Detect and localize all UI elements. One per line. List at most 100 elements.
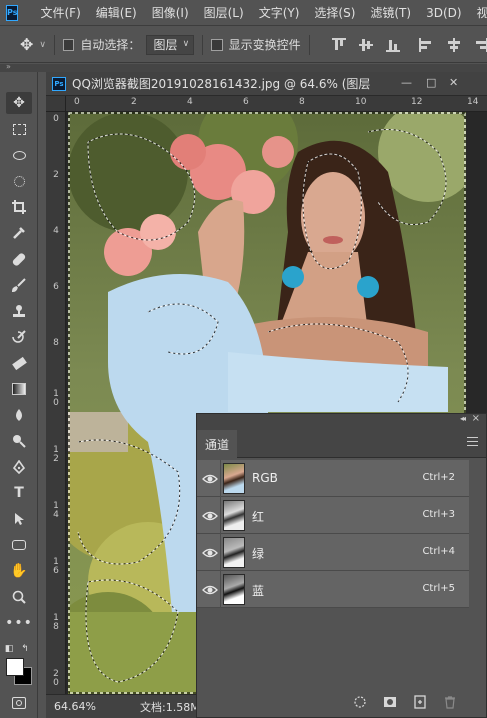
save-selection-as-channel-icon[interactable] [383,695,397,709]
menu-type[interactable]: 文字(Y) [259,4,300,21]
ruler-origin[interactable] [46,96,66,112]
ruler-label: 6 [243,97,249,107]
channel-shortcut: Ctrl+4 [422,546,455,557]
default-colors-icon[interactable]: ◧ [2,638,16,660]
ruler-label: 1 2 [53,445,59,464]
brush-tool-icon[interactable] [6,274,32,296]
move-tool-icon[interactable]: ✥ [20,35,33,54]
menu-file[interactable]: 文件(F) [40,4,80,21]
visibility-eye-icon[interactable] [202,545,218,561]
menu-filter[interactable]: 滤镜(T) [370,4,411,21]
channel-thumbnail-rgb [223,463,245,494]
ruler-label: 1 6 [53,557,59,576]
minimize-button[interactable]: — [401,76,412,89]
swap-colors-icon[interactable]: ↰ [18,638,32,660]
channel-thumbnail-green [223,537,245,568]
rectangle-tool-icon[interactable] [6,534,32,556]
maximize-button[interactable]: □ [426,76,436,89]
align-left-icon[interactable] [419,37,432,52]
auto-select-dropdown[interactable]: 图层 ∨ [146,34,195,55]
ruler-label: 4 [53,226,59,236]
divider [220,460,221,497]
lasso-tool-icon[interactable] [6,144,32,166]
ruler-label: 0 [53,114,59,124]
photoshop-window: Ps 文件(F) 编辑(E) 图像(I) 图层(L) 文字(Y) 选择(S) 滤… [0,0,487,718]
ruler-label: 1 0 [53,389,59,408]
align-bottom-icon[interactable] [386,38,401,52]
auto-select-label: 自动选择： [80,38,141,52]
auto-select-checkbox[interactable] [62,38,75,51]
channel-row-red[interactable]: 红 Ctrl+3 [197,497,469,534]
expand-toolbar-icon[interactable]: » [6,62,11,71]
delete-channel-icon[interactable] [443,695,457,709]
document-info[interactable]: 文档:1.58M [140,699,200,715]
pen-tool-icon[interactable] [6,456,32,478]
channel-name: 红 [252,510,265,524]
menu-edit[interactable]: 编辑(E) [96,4,137,21]
tool-preset-chevron-icon[interactable]: ∨ [39,40,46,50]
visibility-eye-icon[interactable] [202,582,218,598]
eraser-tool-icon[interactable] [6,352,32,374]
blur-tool-icon[interactable] [6,404,32,426]
type-tool-icon[interactable]: T [6,482,32,504]
collapse-panel-icon[interactable]: ◂◂ [460,414,466,423]
channel-thumbnail-blue [223,574,245,605]
visibility-eye-icon[interactable] [202,471,218,487]
channel-row-green[interactable]: 绿 Ctrl+4 [197,534,469,571]
close-button[interactable]: ✕ [449,76,458,89]
show-transform-checkbox[interactable] [211,38,223,51]
marquee-tool-icon[interactable] [6,118,32,140]
close-panel-icon[interactable]: × [472,413,480,424]
load-selection-icon[interactable] [353,695,367,709]
quick-mask-icon[interactable] [6,692,32,714]
history-brush-tool-icon[interactable] [6,326,32,348]
horizontal-ruler[interactable]: 0 2 4 6 8 10 12 14 [66,96,487,112]
new-channel-icon[interactable] [413,695,427,709]
quick-selection-tool-icon[interactable] [6,170,32,192]
document-tab[interactable]: Ps QQ浏览器截图20191028161432.jpg @ 64.6% (图层… [46,72,487,96]
menu-image[interactable]: 图像(I) [152,4,189,21]
divider [202,34,204,55]
ruler-label: 10 [355,97,367,107]
healing-brush-tool-icon[interactable] [6,248,32,270]
channel-list: RGB Ctrl+2 红 Ctrl+3 绿 Ctrl+4 蓝 Ctrl+5 [197,460,486,608]
channel-row-blue[interactable]: 蓝 Ctrl+5 [197,571,469,608]
divider [220,497,221,534]
tab-channels[interactable]: 通道 [197,430,237,458]
menu-layer[interactable]: 图层(L) [204,4,244,21]
gradient-tool-icon[interactable] [6,378,32,400]
align-vertical-center-icon[interactable] [358,38,373,52]
hand-tool-icon[interactable]: ✋ [6,560,32,582]
clone-stamp-tool-icon[interactable] [6,300,32,322]
menu-select[interactable]: 选择(S) [314,4,355,21]
more-tools-icon[interactable]: ••• [5,612,32,634]
zoom-level[interactable]: 64.64% [54,700,114,713]
channel-shortcut: Ctrl+2 [422,472,455,483]
zoom-tool-icon[interactable] [6,586,32,608]
panel-collapse-strip: » [0,62,487,72]
channel-name: 绿 [252,547,265,561]
move-tool-button[interactable]: ✥ [6,92,32,114]
menu-view[interactable]: 视图 [477,4,487,21]
foreground-color-swatch[interactable] [6,658,24,676]
channel-name: RGB [252,471,278,485]
path-selection-tool-icon[interactable] [6,508,32,530]
ruler-label: 12 [411,97,423,107]
ruler-label: 1 4 [53,501,59,520]
crop-tool-icon[interactable] [6,196,32,218]
divider [220,571,221,608]
visibility-eye-icon[interactable] [202,508,218,524]
vertical-ruler[interactable]: 0 2 4 6 8 1 0 1 2 1 4 1 6 1 8 2 0 [46,112,66,694]
panel-header-strip: ◂◂ × [197,413,486,428]
eyedropper-tool-icon[interactable] [6,222,32,244]
panel-menu-icon[interactable] [467,437,478,446]
align-right-icon[interactable] [474,37,487,52]
channel-row-rgb[interactable]: RGB Ctrl+2 [197,460,469,497]
align-top-icon[interactable] [331,37,346,52]
ruler-label: 2 [131,97,137,107]
dodge-tool-icon[interactable] [6,430,32,452]
channels-panel: ◂◂ × 通道 RGB Ctrl+2 红 Ctrl+3 绿 Ctrl+4 蓝 C… [196,413,487,718]
align-horizontal-center-icon[interactable] [447,37,460,52]
menu-3d[interactable]: 3D(D) [426,6,461,20]
channel-shortcut: Ctrl+5 [422,583,455,594]
